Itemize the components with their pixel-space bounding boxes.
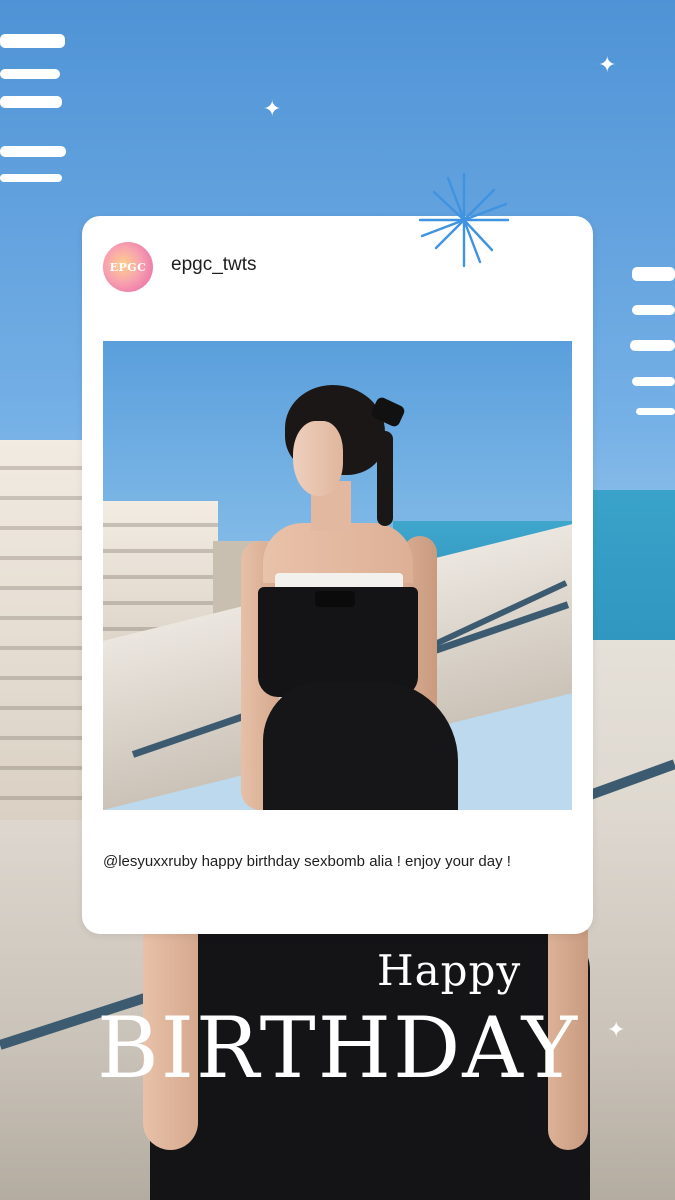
birthday-heading: BIRTHDAY (97, 999, 580, 1097)
sparkle-icon: ✦ (263, 97, 282, 122)
sparkle-icon: ✦ (598, 53, 617, 78)
post-username[interactable]: epgc_twts (171, 254, 257, 276)
sparkle-icon: ✦ (607, 1018, 626, 1043)
post-photo[interactable] (103, 341, 572, 810)
starburst-icon (418, 172, 510, 268)
happy-heading: Happy (377, 946, 522, 995)
post-caption: @lesyuxxruby happy birthday sexbomb alia… (103, 853, 511, 870)
post-card: EPGC epgc_twts @lesyuxxruby happy birthd… (82, 172, 593, 934)
avatar[interactable]: EPGC (103, 242, 153, 292)
avatar-logo-text: EPGC (109, 260, 147, 274)
